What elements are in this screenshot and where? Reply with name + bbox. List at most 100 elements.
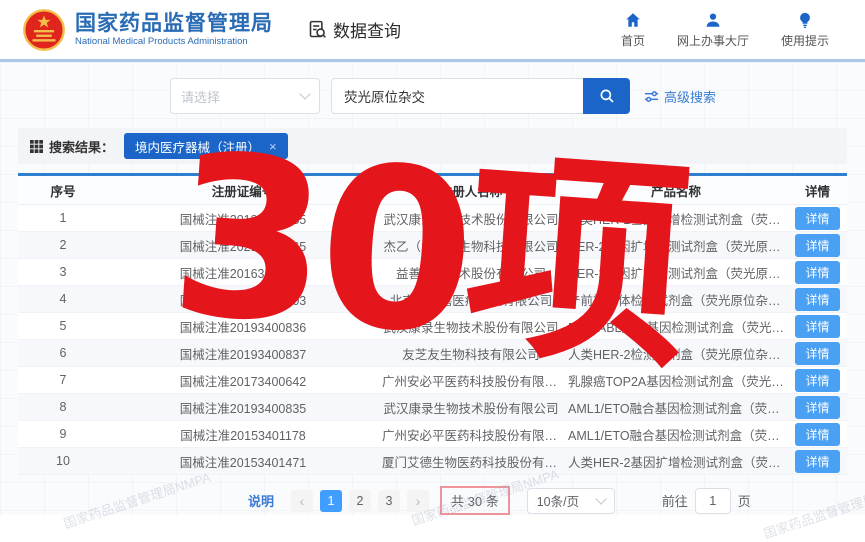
cell-reg-no: 国械注准20193400837 — [108, 340, 378, 367]
search-box — [331, 78, 630, 114]
next-page-button[interactable]: › — [407, 490, 429, 512]
cell-no: 4 — [18, 286, 108, 313]
close-icon[interactable]: × — [269, 139, 277, 154]
prev-page-button[interactable]: ‹ — [291, 490, 313, 512]
cell-detail: 详情 — [788, 448, 847, 475]
total-count: 共 30 条 — [440, 486, 510, 515]
cell-registrant: 武汉康录生物技术股份有限公司 — [378, 313, 564, 340]
pagination: 说明 ‹ 123 › 共 30 条 10条/页 前往 页 — [248, 486, 865, 515]
nav-item-label: 首页 — [621, 32, 645, 49]
cell-reg-no: 国械注准20213400265 — [108, 232, 378, 259]
cell-reg-no: 国械注准20163400777 — [108, 259, 378, 286]
cell-no: 2 — [18, 232, 108, 259]
cell-detail: 详情 — [788, 205, 847, 232]
page-button-3[interactable]: 3 — [378, 490, 400, 512]
cell-no: 3 — [18, 259, 108, 286]
chevron-down-icon — [299, 88, 310, 99]
page-button-2[interactable]: 2 — [349, 490, 371, 512]
detail-button[interactable]: 详情 — [795, 396, 839, 419]
cell-no: 8 — [18, 394, 108, 421]
detail-button[interactable]: 详情 — [795, 315, 839, 338]
cell-product: 人类HER-2基因扩增检测试剂盒（荧光原... — [564, 448, 788, 475]
app-title-group: 数据查询 — [307, 17, 401, 42]
cell-detail: 详情 — [788, 259, 847, 286]
cell-registrant: 友芝友生物科技有限公司 — [378, 340, 564, 367]
cell-reg-no: 国械注准20153401471 — [108, 448, 378, 475]
detail-button[interactable]: 详情 — [795, 369, 839, 392]
user-icon — [704, 11, 722, 29]
cell-detail: 详情 — [788, 367, 847, 394]
goto-page-group: 前往 页 — [662, 488, 751, 514]
table-row: 1国械注准20183400885武汉康录生物技术股份有限公司人类HER-2基因扩… — [18, 205, 847, 232]
cell-detail: 详情 — [788, 340, 847, 367]
page-size-value: 10条/页 — [537, 491, 579, 510]
cell-product: AML1/ETO融合基因检测试剂盒（荧光... — [564, 394, 788, 421]
nmpa-emblem-logo — [22, 8, 66, 52]
table-row: 6国械注准20193400837友芝友生物科技有限公司人类HER-2检测试剂盒（… — [18, 340, 847, 367]
cell-registrant: 北京金菩嘉医疗科技有限公司 — [378, 286, 564, 313]
data-query-icon — [307, 19, 328, 40]
advanced-search-label: 高级搜索 — [664, 87, 716, 106]
cell-product: HER-2基因扩增检测试剂盒（荧光原位杂... — [564, 259, 788, 286]
cell-product: AML1/ETO融合基因检测试剂盒（荧光... — [564, 421, 788, 448]
app-title: 数据查询 — [333, 17, 401, 42]
goto-suffix: 页 — [738, 491, 751, 510]
table-row: 7国械注准20173400642广州安必平医药科技股份有限公司乳腺癌TOP2A基… — [18, 367, 847, 394]
column-header: 产品名称 — [564, 176, 788, 205]
nav-item-label: 使用提示 — [781, 32, 829, 49]
table-row: 2国械注准20213400265杰乙（北京）生物科技有限公司HER-2基因扩增检… — [18, 232, 847, 259]
nav-item-service-hall[interactable]: 网上办事大厅 — [677, 11, 749, 49]
search-button[interactable] — [583, 78, 630, 114]
table-row: 4国械注准20153401703北京金菩嘉医疗科技有限公司产前染色体检测试剂盒（… — [18, 286, 847, 313]
magnifier-icon — [598, 87, 616, 105]
filter-tag-label: 境内医疗器械（注册） — [135, 137, 260, 156]
cell-reg-no: 国械注准20193400835 — [108, 394, 378, 421]
nav-item-home[interactable]: 首页 — [621, 11, 645, 49]
detail-button[interactable]: 详情 — [795, 234, 839, 257]
cell-product: 人类HER-2检测试剂盒（荧光原位杂交法） — [564, 340, 788, 367]
page-button-1[interactable]: 1 — [320, 490, 342, 512]
grid-icon — [30, 140, 43, 153]
nav-item-tips[interactable]: 使用提示 — [781, 11, 829, 49]
detail-button[interactable]: 详情 — [795, 207, 839, 230]
cell-registrant: 广州安必平医药科技股份有限公司 — [378, 367, 564, 394]
cell-registrant: 益善生物技术股份有限公司 — [378, 259, 564, 286]
cell-registrant: 杰乙（北京）生物科技有限公司 — [378, 232, 564, 259]
table-header-row: 序号注册证编号注册人名称产品名称详情 — [18, 176, 847, 205]
main-area: 请选择 高级搜索 — [0, 62, 865, 515]
cell-detail: 详情 — [788, 394, 847, 421]
detail-button[interactable]: 详情 — [795, 261, 839, 284]
cell-no: 9 — [18, 421, 108, 448]
cell-no: 10 — [18, 448, 108, 475]
table-row: 10国械注准20153401471厦门艾德生物医药科技股份有限公司人类HER-2… — [18, 448, 847, 475]
search-input[interactable] — [331, 78, 583, 114]
cell-detail: 详情 — [788, 421, 847, 448]
page-size-select[interactable]: 10条/页 — [527, 488, 615, 514]
column-header: 详情 — [788, 176, 847, 205]
table-row: 8国械注准20193400835武汉康录生物技术股份有限公司AML1/ETO融合… — [18, 394, 847, 421]
chevron-down-icon — [595, 493, 606, 504]
cell-registrant: 武汉康录生物技术股份有限公司 — [378, 205, 564, 232]
search-result-bar: 搜索结果： 境内医疗器械（注册） × — [18, 128, 847, 164]
filter-icon — [644, 89, 659, 104]
column-header: 序号 — [18, 176, 108, 205]
cell-product: 人类HER-2基因扩增检测试剂盒（荧光原位... — [564, 205, 788, 232]
detail-button[interactable]: 详情 — [795, 342, 839, 365]
cell-detail: 详情 — [788, 286, 847, 313]
select-placeholder: 请选择 — [181, 87, 220, 106]
cell-no: 7 — [18, 367, 108, 394]
table-row: 9国械注准20153401178广州安必平医药科技股份有限公司AML1/ETO融… — [18, 421, 847, 448]
cell-reg-no: 国械注准20183400885 — [108, 205, 378, 232]
detail-button[interactable]: 详情 — [795, 450, 839, 473]
results-table: 序号注册证编号注册人名称产品名称详情 1国械注准20183400885武汉康录生… — [18, 173, 847, 475]
cell-reg-no: 国械注准20153401703 — [108, 286, 378, 313]
filter-tag[interactable]: 境内医疗器械（注册） × — [124, 133, 288, 159]
note-link[interactable]: 说明 — [248, 491, 274, 510]
category-select[interactable]: 请选择 — [170, 78, 320, 114]
detail-button[interactable]: 详情 — [795, 288, 839, 311]
detail-button[interactable]: 详情 — [795, 423, 839, 446]
cell-no: 5 — [18, 313, 108, 340]
goto-page-input[interactable] — [695, 488, 731, 514]
cell-no: 6 — [18, 340, 108, 367]
advanced-search-link[interactable]: 高级搜索 — [644, 87, 716, 106]
